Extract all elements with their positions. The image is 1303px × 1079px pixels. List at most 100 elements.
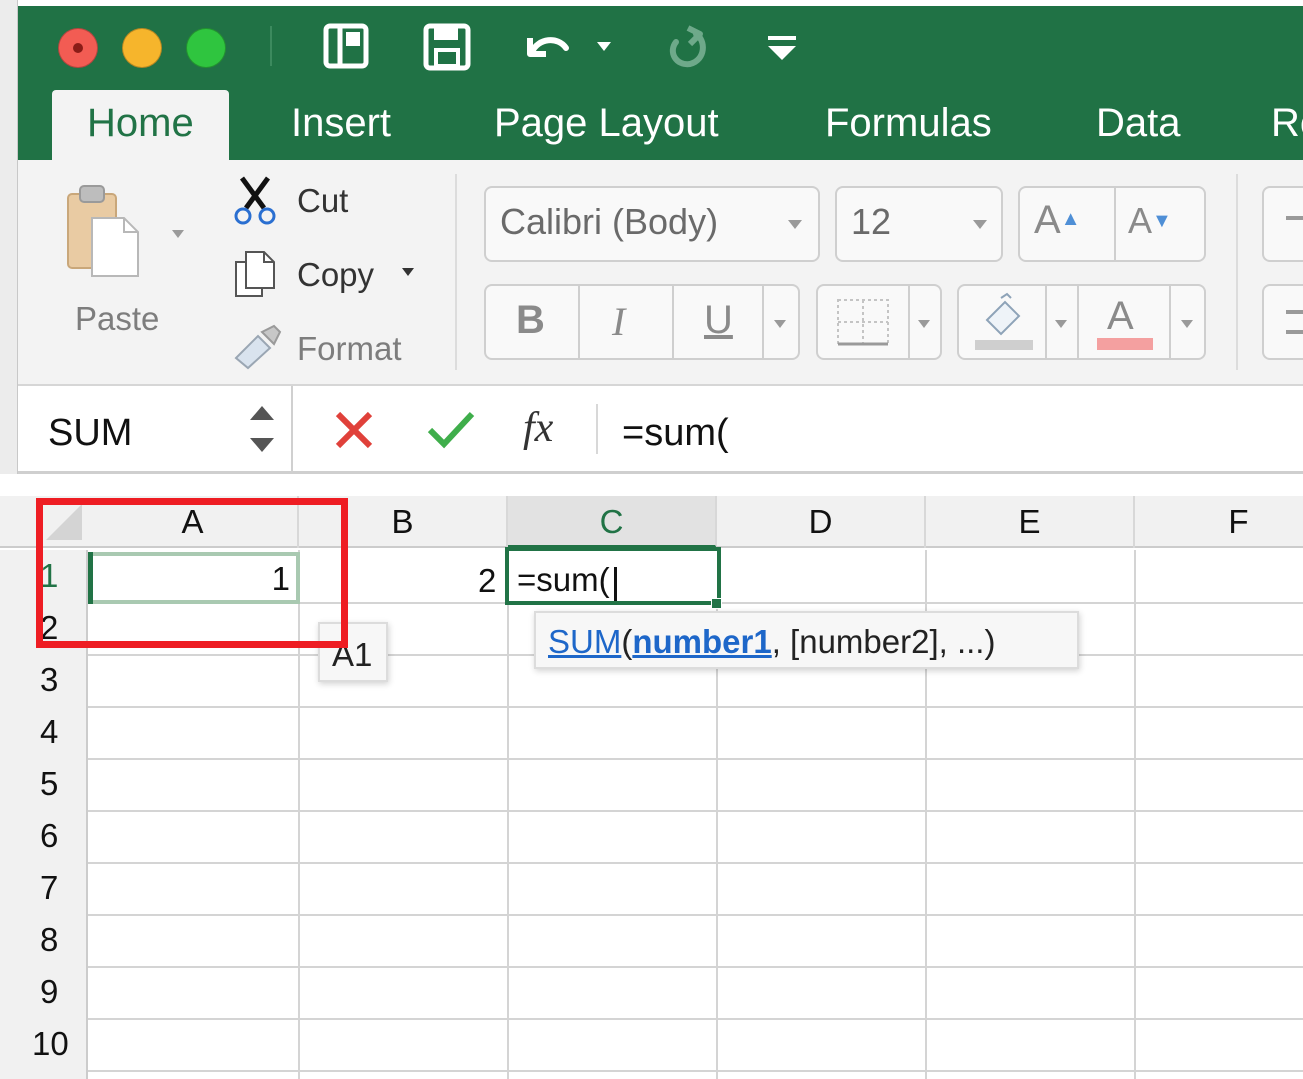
window-left-edge	[0, 0, 18, 474]
formula-bar: SUM fx =sum(	[18, 386, 1303, 474]
grid-line	[88, 1018, 1303, 1020]
name-box-value: SUM	[48, 412, 133, 454]
fill-color-dropdown-icon[interactable]	[1055, 320, 1067, 328]
align-lines-icon	[1286, 216, 1303, 220]
row-header-3[interactable]: 3	[0, 654, 88, 706]
function-current-argument[interactable]: number1	[632, 623, 771, 660]
column-header-d[interactable]: D	[717, 496, 926, 548]
close-window-button[interactable]	[58, 28, 98, 68]
ribbon-home: Paste Cut Copy Format Calibri (Body) 12 …	[18, 160, 1303, 386]
cut-button[interactable]: Cut	[297, 182, 348, 220]
cell-c1-value: =sum(	[517, 561, 610, 598]
ribbon-group-divider	[1236, 174, 1238, 370]
column-header-c[interactable]: C	[508, 496, 717, 548]
bold-button[interactable]: B	[516, 298, 545, 343]
font-size-value: 12	[851, 201, 892, 242]
tab-home[interactable]: Home	[52, 90, 229, 160]
shrink-font-button[interactable]: A▼	[1128, 200, 1172, 242]
grid-line	[88, 758, 1303, 760]
wrap-text-button[interactable]	[1262, 186, 1303, 262]
ribbon-tabs: Home Insert Page Layout Formulas Data Re	[18, 90, 1303, 160]
tab-page-layout[interactable]: Page Layout	[459, 90, 754, 160]
format-painter-button[interactable]: Format	[297, 330, 402, 368]
tab-formulas[interactable]: Formulas	[790, 90, 1027, 160]
row-header-7[interactable]: 7	[0, 862, 88, 914]
italic-button[interactable]: I	[612, 298, 625, 345]
cell-b1-value[interactable]: 2	[478, 562, 496, 600]
underline-dropdown-icon[interactable]	[774, 320, 786, 328]
column-header-f[interactable]: F	[1135, 496, 1303, 548]
row-header-5[interactable]: 5	[0, 758, 88, 810]
ribbon-group-divider	[455, 174, 457, 370]
borders-dropdown-icon	[918, 320, 930, 328]
function-open-paren: (	[621, 623, 633, 660]
fill-handle[interactable]	[711, 598, 722, 609]
undo-dropdown-icon[interactable]	[594, 18, 614, 74]
color-group: A	[957, 284, 1206, 360]
fill-color-icon[interactable]	[971, 292, 1037, 354]
borders-button[interactable]	[816, 284, 942, 360]
function-remaining-arguments: , [number2], ...)	[771, 623, 996, 660]
row-header-10[interactable]: 10	[0, 1018, 88, 1070]
customize-toolbar-icon[interactable]	[762, 18, 802, 74]
grid-line	[507, 550, 509, 1079]
font-color-swatch	[1097, 338, 1153, 350]
save-icon[interactable]	[418, 18, 478, 74]
underline-button[interactable]: U	[704, 298, 733, 343]
paste-icon[interactable]	[62, 180, 142, 280]
scissors-icon[interactable]	[230, 172, 280, 228]
tab-insert[interactable]: Insert	[256, 90, 426, 160]
caret-up-icon: ▲	[1060, 208, 1081, 230]
grid-line	[88, 1070, 1303, 1072]
row-header-9[interactable]: 9	[0, 966, 88, 1018]
zoom-window-button[interactable]	[186, 28, 226, 68]
annotation-highlight-box	[36, 498, 348, 648]
align-lines-icon	[1286, 310, 1303, 334]
paste-label[interactable]: Paste	[75, 300, 159, 338]
font-color-dropdown-icon[interactable]	[1181, 320, 1193, 328]
insert-function-button[interactable]: fx	[523, 404, 553, 452]
formula-input[interactable]: =sum(	[622, 412, 729, 455]
row-header-6[interactable]: 6	[0, 810, 88, 862]
function-help-link[interactable]: SUM	[548, 623, 621, 660]
function-signature: SUM(number1, [number2], ...)	[548, 623, 995, 661]
row-header-8[interactable]: 8	[0, 914, 88, 966]
font-name-select[interactable]: Calibri (Body)	[484, 186, 820, 262]
undo-icon[interactable]	[516, 18, 576, 74]
font-name-value: Calibri (Body)	[500, 201, 719, 242]
grid-line	[88, 810, 1303, 812]
sidebar-icon[interactable]	[318, 18, 378, 74]
caret-down-icon: ▼	[1152, 210, 1172, 232]
tab-data[interactable]: Data	[1061, 90, 1216, 160]
tab-review[interactable]: Re	[1236, 90, 1303, 160]
check-icon[interactable]	[426, 408, 476, 452]
title-bar-divider	[270, 26, 272, 66]
row-header-4[interactable]: 4	[0, 706, 88, 758]
redo-icon[interactable]	[658, 18, 718, 74]
font-size-select[interactable]: 12	[835, 186, 1003, 262]
grid-line	[88, 914, 1303, 916]
font-style-group: B I U	[484, 284, 800, 360]
minimize-window-button[interactable]	[122, 28, 162, 68]
name-box-stepper-icon[interactable]	[246, 400, 278, 458]
copy-button[interactable]: Copy	[297, 256, 374, 294]
formula-bar-divider	[596, 404, 598, 454]
grid-line	[88, 706, 1303, 708]
paste-dropdown-icon[interactable]	[172, 230, 184, 238]
align-button[interactable]	[1262, 284, 1303, 360]
grow-font-button[interactable]: A▲	[1034, 198, 1080, 243]
cross-icon[interactable]	[332, 408, 376, 452]
font-color-button[interactable]: A	[1095, 288, 1155, 356]
cell-c1-active[interactable]: =sum(	[505, 547, 721, 605]
grid-line	[1134, 550, 1136, 1079]
grow-font-label: A	[1034, 198, 1061, 242]
name-box[interactable]: SUM	[18, 386, 293, 472]
copy-icon[interactable]	[232, 248, 278, 300]
column-header-e[interactable]: E	[926, 496, 1135, 548]
format-painter-icon[interactable]	[228, 322, 284, 370]
function-signature-tooltip: SUM(number1, [number2], ...)	[534, 611, 1079, 669]
grid-line	[88, 862, 1303, 864]
text-caret	[614, 567, 617, 601]
copy-dropdown-icon[interactable]	[402, 268, 414, 276]
chevron-down-icon	[788, 220, 802, 229]
